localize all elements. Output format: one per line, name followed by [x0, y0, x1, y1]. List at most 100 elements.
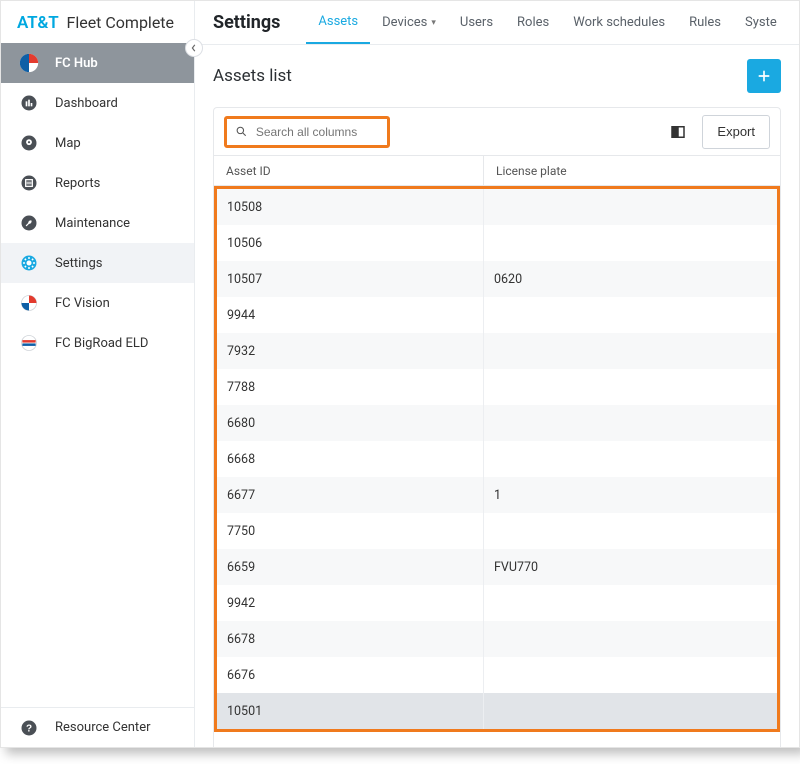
topbar: Settings Assets Devices ▾ Users Roles Wor… [195, 1, 799, 45]
sidebar-item-label: Resource Center [55, 720, 151, 735]
sidebar-item-fc-vision[interactable]: FC Vision [1, 283, 194, 323]
sidebar-collapse-button[interactable] [185, 39, 203, 57]
sidebar-item-label: Map [55, 136, 81, 151]
columns-toggle-button[interactable] [668, 122, 688, 142]
tab-work-schedules[interactable]: Work schedules [561, 1, 677, 44]
sidebar-item-label: Maintenance [55, 216, 130, 231]
sidebar-nav: FC Hub Dashboard Map Reports [1, 43, 194, 363]
sidebar-item-fc-hub[interactable]: FC Hub [1, 43, 194, 83]
map-pin-icon [17, 131, 41, 155]
cell-asset-id: 6676 [217, 657, 484, 693]
table-row[interactable]: 105070620 [217, 261, 777, 297]
globe-icon [17, 51, 41, 75]
tab-label: Devices [382, 15, 427, 30]
cell-asset-id: 6680 [217, 405, 484, 441]
cell-asset-id: 10501 [217, 693, 484, 729]
help-icon: ? [17, 716, 41, 740]
table-row[interactable]: 6676 [217, 657, 777, 693]
cell-asset-id: 6659 [217, 549, 484, 585]
table-row[interactable]: 6680 [217, 405, 777, 441]
sidebar-item-map[interactable]: Map [1, 123, 194, 163]
table-body[interactable]: 1050810506105070620994479327788668066686… [214, 186, 780, 732]
sidebar-item-label: Settings [55, 256, 102, 271]
table-row[interactable]: 6668 [217, 441, 777, 477]
list-title: Assets list [213, 66, 292, 86]
cell-asset-id: 10507 [217, 261, 484, 297]
page-title: Settings [213, 12, 280, 33]
table-row[interactable]: 7750 [217, 513, 777, 549]
sidebar-item-fc-bigroad-eld[interactable]: FC BigRoad ELD [1, 323, 194, 363]
cell-asset-id: 6677 [217, 477, 484, 513]
tab-devices[interactable]: Devices ▾ [370, 1, 448, 44]
tab-users[interactable]: Users [448, 1, 505, 44]
reports-icon [17, 171, 41, 195]
col-header-asset-id[interactable]: Asset ID [214, 156, 484, 185]
table-row[interactable]: 6659FVU770 [217, 549, 777, 585]
tab-assets[interactable]: Assets [306, 1, 370, 44]
table-row[interactable]: 66771 [217, 477, 777, 513]
sidebar-item-label: FC Hub [55, 56, 98, 71]
table-row[interactable]: 7932 [217, 333, 777, 369]
sidebar: AT&T Fleet Complete FC Hub Dashboard M [1, 1, 195, 747]
vision-icon [17, 291, 41, 315]
sidebar-item-reports[interactable]: Reports [1, 163, 194, 203]
bigroad-icon [17, 331, 41, 355]
tab-label: Assets [318, 14, 358, 29]
svg-text:?: ? [26, 723, 32, 734]
cell-asset-id: 10506 [217, 225, 484, 261]
sidebar-item-settings[interactable]: Settings [1, 243, 194, 283]
add-button[interactable] [747, 59, 781, 93]
cell-license-plate: 1 [484, 488, 777, 503]
cell-asset-id: 10508 [217, 189, 484, 225]
tabs: Assets Devices ▾ Users Roles Work schedul… [306, 1, 788, 44]
cell-asset-id: 7788 [217, 369, 484, 405]
sidebar-item-label: Reports [55, 176, 100, 191]
search-input[interactable] [256, 125, 379, 139]
cell-license-plate: 0620 [484, 272, 777, 287]
list-toolbar: Export [213, 107, 781, 155]
cell-asset-id: 7932 [217, 333, 484, 369]
table-row[interactable]: 6678 [217, 621, 777, 657]
table-row[interactable]: 10501 [217, 693, 777, 729]
sidebar-item-resource-center[interactable]: ? Resource Center [1, 707, 194, 747]
table-row[interactable]: 10506 [217, 225, 777, 261]
search-icon [235, 124, 248, 139]
brand-fc: Fleet Complete [66, 13, 174, 32]
tab-system[interactable]: Syste [733, 1, 789, 44]
table-row[interactable]: 9944 [217, 297, 777, 333]
columns-icon [669, 123, 687, 141]
cell-asset-id: 6678 [217, 621, 484, 657]
dashboard-icon [17, 91, 41, 115]
main-area: Settings Assets Devices ▾ Users Roles Wor… [195, 1, 799, 747]
assets-table: Asset ID License plate 10508105061050706… [213, 155, 781, 747]
search-field-highlight [224, 116, 390, 148]
table-row[interactable]: 9942 [217, 585, 777, 621]
sidebar-item-label: Dashboard [55, 96, 118, 111]
brand-att: AT&T [17, 13, 58, 33]
tab-label: Users [460, 15, 493, 30]
cell-asset-id: 9942 [217, 585, 484, 621]
sidebar-item-label: FC BigRoad ELD [55, 336, 148, 351]
tab-label: Rules [689, 15, 721, 30]
cell-asset-id: 6668 [217, 441, 484, 477]
chevron-down-icon: ▾ [431, 18, 436, 28]
tab-label: Syste [745, 15, 777, 30]
wrench-icon [17, 211, 41, 235]
sidebar-item-maintenance[interactable]: Maintenance [1, 203, 194, 243]
table-row[interactable]: 10508 [217, 189, 777, 225]
tab-label: Roles [517, 15, 549, 30]
cell-asset-id: 7750 [217, 513, 484, 549]
export-label: Export [717, 124, 755, 139]
tab-rules[interactable]: Rules [677, 1, 733, 44]
brand-block: AT&T Fleet Complete [1, 1, 194, 43]
cell-license-plate: FVU770 [484, 560, 777, 575]
export-button[interactable]: Export [702, 115, 770, 149]
table-row[interactable]: 7788 [217, 369, 777, 405]
col-header-license-plate[interactable]: License plate [484, 164, 780, 178]
sidebar-item-label: FC Vision [55, 296, 110, 311]
tab-label: Work schedules [573, 15, 665, 30]
sidebar-item-dashboard[interactable]: Dashboard [1, 83, 194, 123]
cell-asset-id: 9944 [217, 297, 484, 333]
tab-roles[interactable]: Roles [505, 1, 561, 44]
plus-icon [756, 68, 772, 84]
